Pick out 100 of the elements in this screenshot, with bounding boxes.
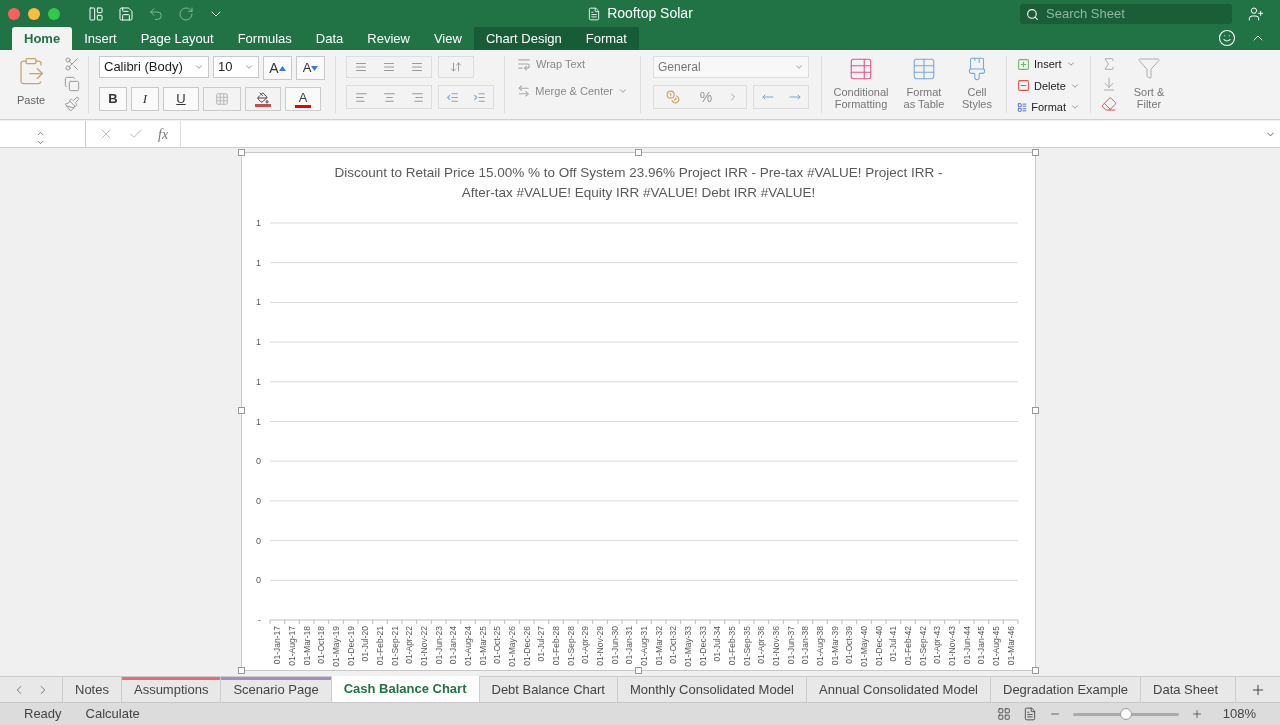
resize-handle[interactable]: [635, 667, 642, 674]
caret-icon: [794, 62, 804, 72]
ribbon-tab[interactable]: Review: [355, 27, 422, 50]
ribbon-tab[interactable]: Page Layout: [128, 27, 226, 50]
axis-label: 01-May-19: [331, 626, 341, 667]
chart-area[interactable]: [241, 152, 1036, 671]
insert-button[interactable]: Insert: [1017, 56, 1080, 73]
axis-label: 01-Jan-45: [976, 626, 987, 665]
caret-icon: [194, 62, 204, 72]
grow-font-button[interactable]: A: [263, 56, 292, 80]
orientation-icon[interactable]: [438, 56, 474, 78]
ribbon-tab[interactable]: Chart Design: [473, 27, 574, 50]
ribbon-tab[interactable]: Insert: [72, 27, 129, 50]
axis-label: 1: [256, 337, 261, 348]
text-align-icon[interactable]: [346, 85, 432, 109]
axis-label: 01-Jan-38: [800, 626, 811, 665]
ribbon-tab[interactable]: Format: [573, 27, 639, 50]
axis-label: 01-Dec-40: [873, 626, 884, 666]
minimize-button[interactable]: [28, 7, 40, 20]
up-triangle-icon: [278, 65, 286, 71]
paste-button[interactable]: Paste: [8, 56, 54, 109]
bold-button[interactable]: B: [99, 87, 127, 111]
conditional-formatting-icon: [848, 56, 874, 82]
axis-label: 01-Mar-25: [477, 626, 488, 666]
axis-label: 0: [256, 495, 261, 506]
zoom-level[interactable]: 108%: [1222, 704, 1256, 724]
delete-cells-icon: [1017, 79, 1030, 93]
format-button[interactable]: Format: [1017, 99, 1080, 116]
axis-label: 1: [256, 218, 261, 228]
delete-button[interactable]: Delete: [1017, 77, 1080, 94]
axis-label: 01-Jul-20: [360, 626, 371, 662]
insert-function-button[interactable]: fx: [158, 123, 169, 145]
axis-label: 01-Feb-35: [727, 626, 737, 666]
format-as-table-button[interactable]: Format as Table: [900, 56, 948, 110]
axis-label: 01-Aug-45: [991, 626, 1001, 666]
ribbon-tab[interactable]: Formulas: [225, 27, 304, 50]
resize-handle[interactable]: [238, 407, 245, 414]
share-icon: [1248, 5, 1264, 22]
font-size-dropdown[interactable]: 10: [213, 56, 259, 78]
axis-label: 01-Aug-31: [639, 626, 649, 666]
axis-label: 01-Sep-28: [565, 626, 576, 666]
axis-label: 01-Feb-21: [375, 626, 385, 666]
save-icon: [118, 5, 134, 22]
indent-icon[interactable]: [438, 85, 494, 109]
axis-label: 01-Nov-22: [419, 626, 429, 666]
caret-icon: [244, 62, 254, 72]
axis-label: 1: [256, 376, 261, 387]
axis-label: 01-Jul-27: [536, 626, 547, 662]
axis-label: 0: [256, 456, 261, 467]
axis-label: 01-Apr-22: [404, 626, 415, 664]
ribbon-tab[interactable]: View: [421, 27, 474, 50]
ribbon-tab[interactable]: Home: [12, 27, 73, 50]
sheet-tab[interactable]: Cash Balance Chart: [330, 676, 479, 702]
resize-handle[interactable]: [1032, 149, 1039, 156]
axis-label: 01-May-33: [683, 626, 693, 667]
conditional-formatting-button[interactable]: Conditional Formatting: [830, 56, 892, 110]
axis-label: 01-Apr-29: [580, 626, 591, 664]
close-button[interactable]: [8, 7, 20, 20]
axis-label: 01-May-26: [507, 626, 517, 667]
resize-handle[interactable]: [1032, 407, 1039, 414]
fill-color-icon[interactable]: [245, 87, 281, 111]
axis-label: 01-Sep-35: [741, 626, 752, 666]
axis-label: 01-Apr-43: [932, 626, 943, 664]
calculate-text: Calculate: [85, 705, 140, 724]
resize-handle[interactable]: [1032, 667, 1039, 674]
axis-label: 01-Feb-28: [551, 626, 561, 666]
axis-label: 01-Dec-33: [697, 626, 708, 666]
axis-label: 01-Oct-25: [492, 626, 503, 664]
normal-view-icon: [996, 707, 1011, 721]
zoom-button[interactable]: [48, 7, 60, 20]
axis-label: 0: [256, 575, 261, 586]
font-color-button[interactable]: A: [285, 87, 321, 111]
number-format-dropdown[interactable]: General: [653, 56, 809, 78]
cell-styles-button[interactable]: Cell Styles: [956, 56, 998, 110]
italic-button[interactable]: I: [131, 87, 159, 111]
axis-label: 1: [256, 257, 261, 268]
axis-label: 01-Nov-29: [595, 626, 605, 666]
cut-icon: [64, 56, 80, 72]
shrink-font-button[interactable]: A: [296, 56, 325, 80]
axis-label: 01-Oct-39: [844, 626, 855, 664]
autosum-icon: [1101, 56, 1117, 72]
down-triangle-icon: [311, 65, 319, 71]
axis-label: 01-Jul-34: [712, 626, 723, 662]
underline-button[interactable]: U: [163, 87, 199, 111]
axis-label: 01-Sep-21: [389, 626, 400, 666]
axis-label: 01-Apr-36: [756, 626, 767, 664]
axis-label: 01-Aug-38: [815, 626, 825, 666]
resize-handle[interactable]: [238, 149, 245, 156]
axis-label: 01-Dec-26: [521, 626, 532, 666]
search-field[interactable]: Search Sheet: [1020, 3, 1232, 24]
resize-handle[interactable]: [635, 149, 642, 156]
search-icon: [1026, 7, 1039, 21]
axis-label: 1: [256, 297, 261, 308]
vertical-align-icon[interactable]: [346, 56, 432, 78]
font-name-dropdown[interactable]: Calibri (Body): [99, 56, 209, 78]
sort-filter-button[interactable]: Sort & Filter: [1127, 56, 1171, 110]
resize-handle[interactable]: [238, 667, 245, 674]
axis-label: 01-Jun-44: [961, 626, 972, 665]
axis-label: 01-Jul-41: [888, 626, 899, 662]
ribbon-tab[interactable]: Data: [303, 27, 356, 50]
